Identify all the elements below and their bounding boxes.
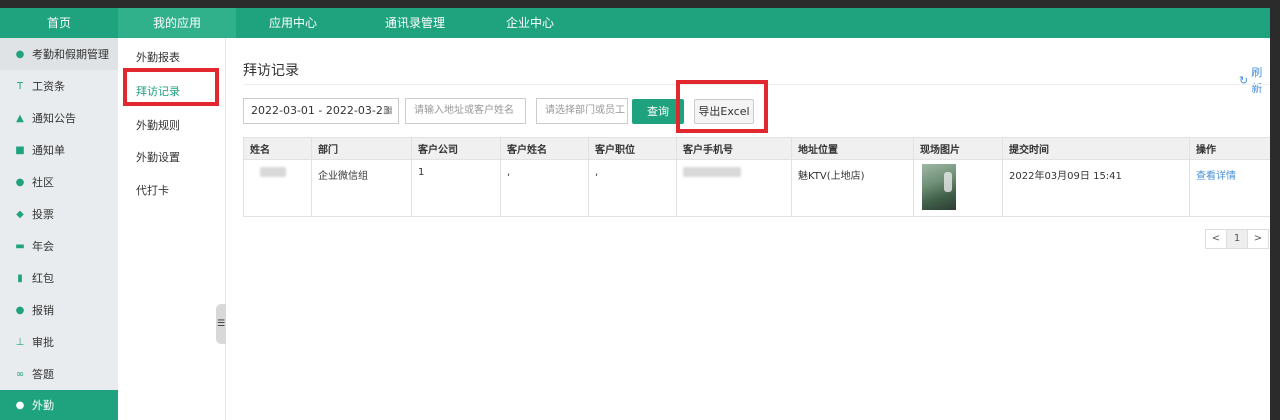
- col-header-customer-name: 客户姓名: [500, 137, 589, 160]
- prev-page-button[interactable]: <: [1205, 229, 1227, 249]
- redacted-phone: [683, 167, 741, 177]
- approve-icon: ⊥: [15, 336, 25, 348]
- red-packet-icon: ▮: [17, 272, 23, 284]
- submenu-item-field-rules[interactable]: 外勤规则: [118, 110, 226, 142]
- sidebar-item-red-packet[interactable]: ▮ 红包: [0, 262, 118, 294]
- date-range-picker[interactable]: 2022-03-01 - 2022-03-23 ▦: [243, 98, 399, 124]
- sidebar-item-label: 通知单: [32, 144, 65, 157]
- chat-icon: ●: [15, 176, 25, 188]
- sidebar-item-community[interactable]: ● 社区: [0, 166, 118, 198]
- submenu-item-proxy-clock-in[interactable]: 代打卡: [118, 175, 226, 207]
- col-header-name: 姓名: [243, 137, 312, 160]
- col-header-customer-title: 客户职位: [588, 137, 677, 160]
- flag-icon: ▬: [15, 240, 25, 252]
- col-header-customer-phone: 客户手机号: [676, 137, 792, 160]
- nav-contacts[interactable]: 通讯录管理: [350, 8, 480, 38]
- coin-icon: ●: [15, 304, 25, 316]
- table-header-row: 姓名 部门 客户公司 客户姓名 客户职位 客户手机号 地址位置 现场图片 提交时…: [243, 137, 1270, 160]
- visit-records-table: 姓名 部门 客户公司 客户姓名 客户职位 客户手机号 地址位置 现场图片 提交时…: [243, 137, 1270, 217]
- calendar-icon: ▦: [383, 105, 393, 116]
- collapse-handle[interactable]: ☰: [216, 304, 226, 344]
- sidebar-item-label: 投票: [32, 208, 54, 221]
- member-select-input[interactable]: 请选择部门或员工: [536, 98, 628, 124]
- nav-my-apps[interactable]: 我的应用: [118, 8, 236, 38]
- sidebar-item-label: 审批: [32, 336, 54, 349]
- col-header-action: 操作: [1189, 137, 1270, 160]
- sidebar-item-label: 年会: [32, 240, 54, 253]
- nav-home[interactable]: 首页: [0, 8, 118, 38]
- person-icon: ●: [15, 48, 25, 60]
- highlight-box-visit-records: [123, 68, 219, 106]
- refresh-label: 刷新: [1251, 66, 1263, 95]
- sidebar-item-notice[interactable]: ■ 通知单: [0, 134, 118, 166]
- nav-app-center[interactable]: 应用中心: [236, 8, 350, 38]
- main-content: 拜访记录 ↻ 刷新 2022-03-01 - 2022-03-23 ▦ 请输入地…: [226, 38, 1270, 420]
- table-row: 企业微信组 1 , , 魅KTV(上地店) 2022年03月09日 15:41 …: [243, 159, 1270, 217]
- sidebar-item-vote[interactable]: ◆ 投票: [0, 198, 118, 230]
- col-header-department: 部门: [311, 137, 412, 160]
- sidebar-item-label: 考勤和假期管理: [32, 48, 109, 61]
- address-search-input[interactable]: 请输入地址或客户姓名: [405, 98, 526, 124]
- cell-company: 1: [411, 159, 501, 217]
- address-search-placeholder: 请输入地址或客户姓名: [414, 105, 514, 116]
- vote-icon: ◆: [16, 208, 24, 220]
- notice-icon: ■: [15, 144, 25, 156]
- submenu: 外勤报表 拜访记录 外勤规则 外勤设置 代打卡: [118, 38, 226, 420]
- sidebar: ● 考勤和假期管理 T 工资条 ▲ 通知公告 ■ 通知单 ● 社区 ◆ 投票 ▬…: [0, 38, 118, 420]
- member-select-placeholder: 请选择部门或员工: [545, 105, 625, 116]
- submenu-item-field-settings[interactable]: 外勤设置: [118, 142, 226, 174]
- page-title: 拜访记录: [243, 63, 299, 79]
- sidebar-item-quiz[interactable]: ∞ 答题: [0, 358, 118, 390]
- view-details-link[interactable]: 查看详情: [1196, 171, 1236, 182]
- app-frame: 首页 我的应用 应用中心 通讯录管理 企业中心 ● 考勤和假期管理 T 工资条 …: [0, 8, 1270, 420]
- page-number-button[interactable]: 1: [1226, 229, 1248, 249]
- cell-customer-title: ,: [588, 159, 677, 217]
- cell-action: 查看详情: [1189, 159, 1270, 217]
- cell-customer-phone: [676, 159, 792, 217]
- bell-icon: ▲: [16, 112, 24, 124]
- salary-icon: T: [16, 80, 24, 92]
- cell-department: 企业微信组: [311, 159, 412, 217]
- refresh-button[interactable]: ↻ 刷新: [1239, 64, 1270, 96]
- sidebar-item-approval[interactable]: ⊥ 审批: [0, 326, 118, 358]
- sidebar-item-attendance[interactable]: ● 考勤和假期管理: [0, 38, 118, 70]
- sidebar-item-label: 报销: [32, 304, 54, 317]
- sidebar-item-salary[interactable]: T 工资条: [0, 70, 118, 102]
- sidebar-item-label: 答题: [32, 368, 54, 381]
- cell-photo: [913, 159, 1003, 217]
- sidebar-item-field-work[interactable]: ● 外勤: [0, 390, 118, 420]
- cell-name: [243, 159, 312, 217]
- sidebar-item-label: 红包: [32, 272, 54, 285]
- sidebar-item-label: 外勤: [32, 399, 54, 412]
- quiz-icon: ∞: [15, 368, 25, 380]
- sidebar-item-label: 社区: [32, 176, 54, 189]
- sidebar-item-announcement[interactable]: ▲ 通知公告: [0, 102, 118, 134]
- date-range-value: 2022-03-01 - 2022-03-23: [251, 104, 390, 117]
- col-header-photo: 现场图片: [913, 137, 1003, 160]
- pagination: < 1 >: [1205, 229, 1269, 249]
- window-top-strip: [0, 0, 1280, 8]
- top-nav: 首页 我的应用 应用中心 通讯录管理 企业中心: [0, 8, 1270, 38]
- sidebar-item-label: 工资条: [32, 80, 65, 93]
- cell-address: 魅KTV(上地店): [791, 159, 914, 217]
- col-header-submit-time: 提交时间: [1002, 137, 1190, 160]
- next-page-button[interactable]: >: [1247, 229, 1269, 249]
- cell-customer-name: ,: [500, 159, 589, 217]
- cell-submit-time: 2022年03月09日 15:41: [1002, 159, 1190, 217]
- highlight-box-export: [676, 80, 768, 133]
- redacted-name: [260, 167, 286, 177]
- sidebar-item-reimbursement[interactable]: ● 报销: [0, 294, 118, 326]
- site-photo[interactable]: [922, 164, 956, 210]
- nav-enterprise[interactable]: 企业中心: [480, 8, 580, 38]
- col-header-address: 地址位置: [791, 137, 914, 160]
- sidebar-item-annual-meeting[interactable]: ▬ 年会: [0, 230, 118, 262]
- location-icon: ●: [15, 399, 25, 411]
- col-header-company: 客户公司: [411, 137, 501, 160]
- sidebar-item-label: 通知公告: [32, 112, 76, 125]
